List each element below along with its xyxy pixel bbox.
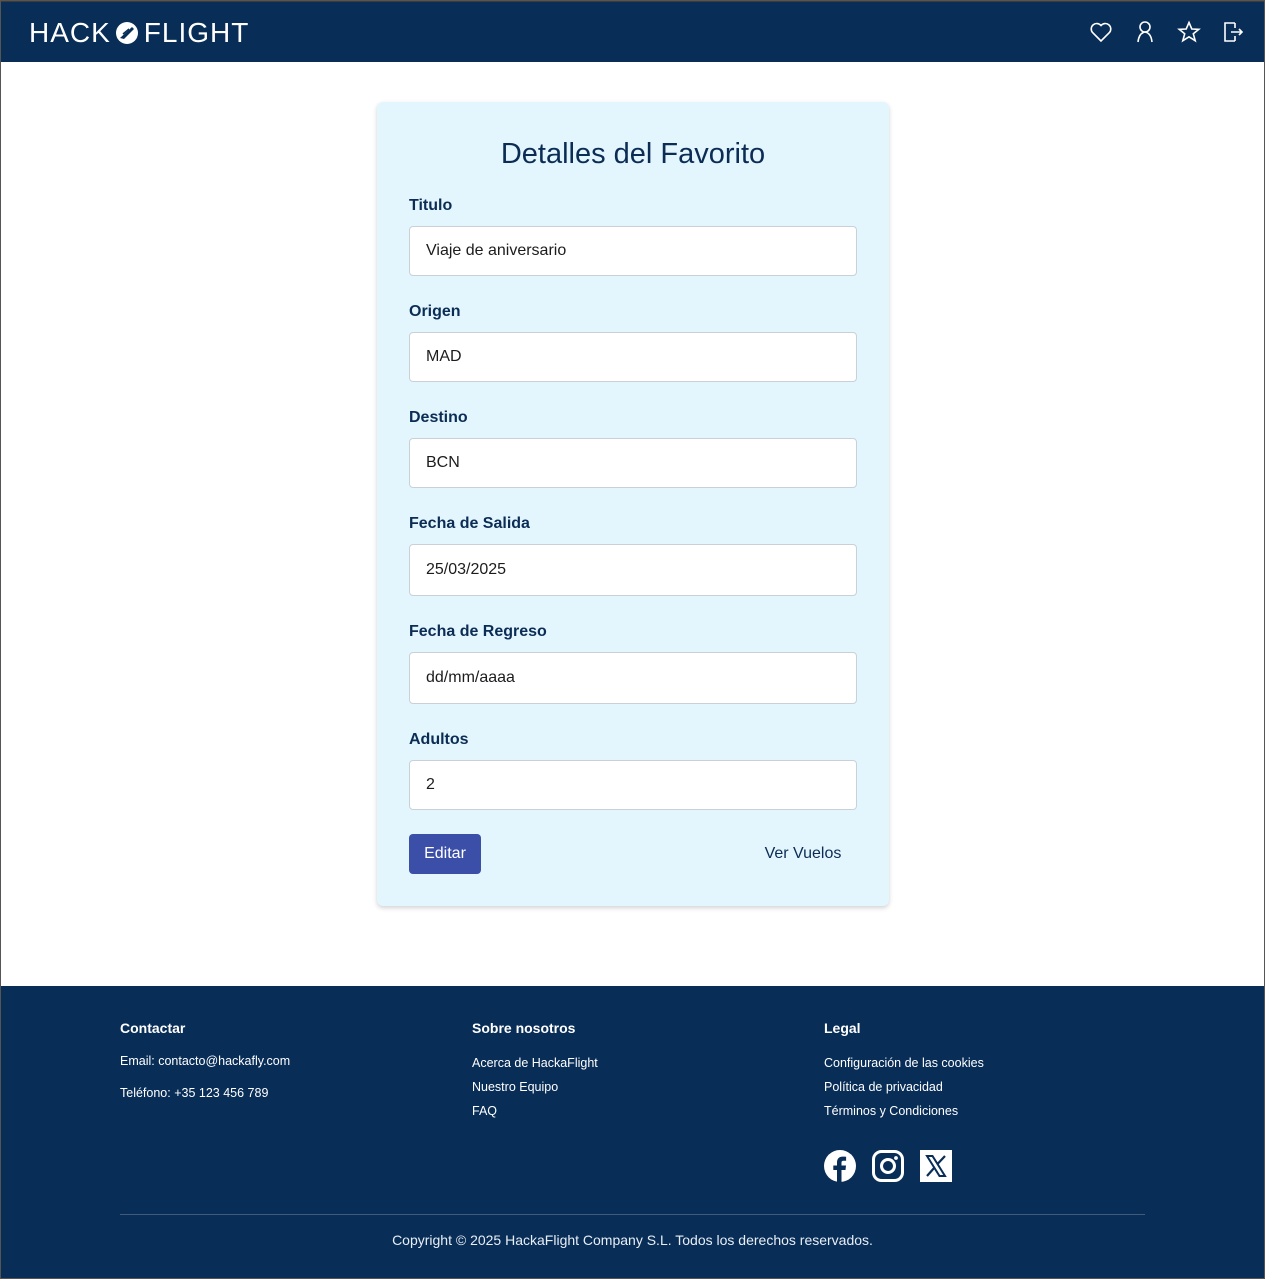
destino-input[interactable]: BCN <box>409 438 857 488</box>
footer-link-team[interactable]: Nuestro Equipo <box>472 1078 598 1102</box>
fecha-regreso-label: Fecha de Regreso <box>409 623 547 640</box>
edit-button[interactable]: Editar <box>409 834 481 874</box>
footer-legal-column: Legal Configuración de las cookies Polít… <box>824 1020 984 1126</box>
facebook-icon[interactable] <box>824 1150 856 1182</box>
logo[interactable]: HACK FLIGHT <box>29 16 249 50</box>
favorites-heart-icon[interactable] <box>1089 19 1113 45</box>
origen-label: Origen <box>409 303 461 320</box>
footer-legal-heading: Legal <box>824 1020 861 1036</box>
footer-phone: Teléfono: +35 123 456 789 <box>120 1086 269 1100</box>
footer-about-heading: Sobre nosotros <box>472 1020 576 1036</box>
footer-contact-heading: Contactar <box>120 1020 186 1036</box>
logout-icon[interactable] <box>1221 19 1245 45</box>
favorite-details-card: Detalles del Favorito Titulo Viaje de an… <box>377 102 889 906</box>
footer-divider <box>120 1214 1145 1215</box>
logo-text-left: HACK <box>29 17 111 48</box>
footer-link-about[interactable]: Acerca de HackaFlight <box>472 1054 598 1078</box>
plane-logo-icon <box>115 22 138 44</box>
top-navbar: HACK FLIGHT <box>0 0 1265 62</box>
footer-link-faq[interactable]: FAQ <box>472 1102 598 1126</box>
footer-link-terms[interactable]: Términos y Condiciones <box>824 1102 984 1126</box>
titulo-label: Titulo <box>409 197 453 214</box>
titulo-input[interactable]: Viaje de aniversario <box>409 226 857 276</box>
destino-label: Destino <box>409 409 468 426</box>
origen-input[interactable]: MAD <box>409 332 857 382</box>
footer: Contactar Email: contacto@hackafly.com T… <box>0 986 1265 1279</box>
logo-text-right: FLIGHT <box>143 17 250 48</box>
page-title: Detalles del Favorito <box>500 138 766 170</box>
user-profile-icon[interactable] <box>1133 19 1157 45</box>
fecha-salida-input[interactable]: 25/03/2025 <box>409 544 857 596</box>
adultos-label: Adultos <box>409 731 469 748</box>
footer-link-cookies[interactable]: Configuración de las cookies <box>824 1054 984 1078</box>
fecha-salida-label: Fecha de Salida <box>409 515 530 532</box>
view-flights-button[interactable]: Ver Vuelos <box>753 834 853 874</box>
instagram-icon[interactable] <box>872 1150 904 1182</box>
footer-link-privacy[interactable]: Política de privacidad <box>824 1078 984 1102</box>
footer-email[interactable]: Email: contacto@hackafly.com <box>120 1054 290 1072</box>
adultos-input[interactable]: 2 <box>409 760 857 810</box>
footer-about-column: Sobre nosotros Acerca de HackaFlight Nue… <box>472 1020 598 1126</box>
copyright-text: Copyright © 2025 HackaFlight Company S.L… <box>392 1232 873 1248</box>
x-twitter-icon[interactable] <box>920 1150 952 1182</box>
social-links <box>824 1150 952 1182</box>
fecha-regreso-input[interactable]: dd/mm/aaaa <box>409 652 857 704</box>
star-icon[interactable] <box>1177 19 1201 45</box>
footer-contact-column: Contactar Email: contacto@hackafly.com T… <box>120 1020 290 1118</box>
